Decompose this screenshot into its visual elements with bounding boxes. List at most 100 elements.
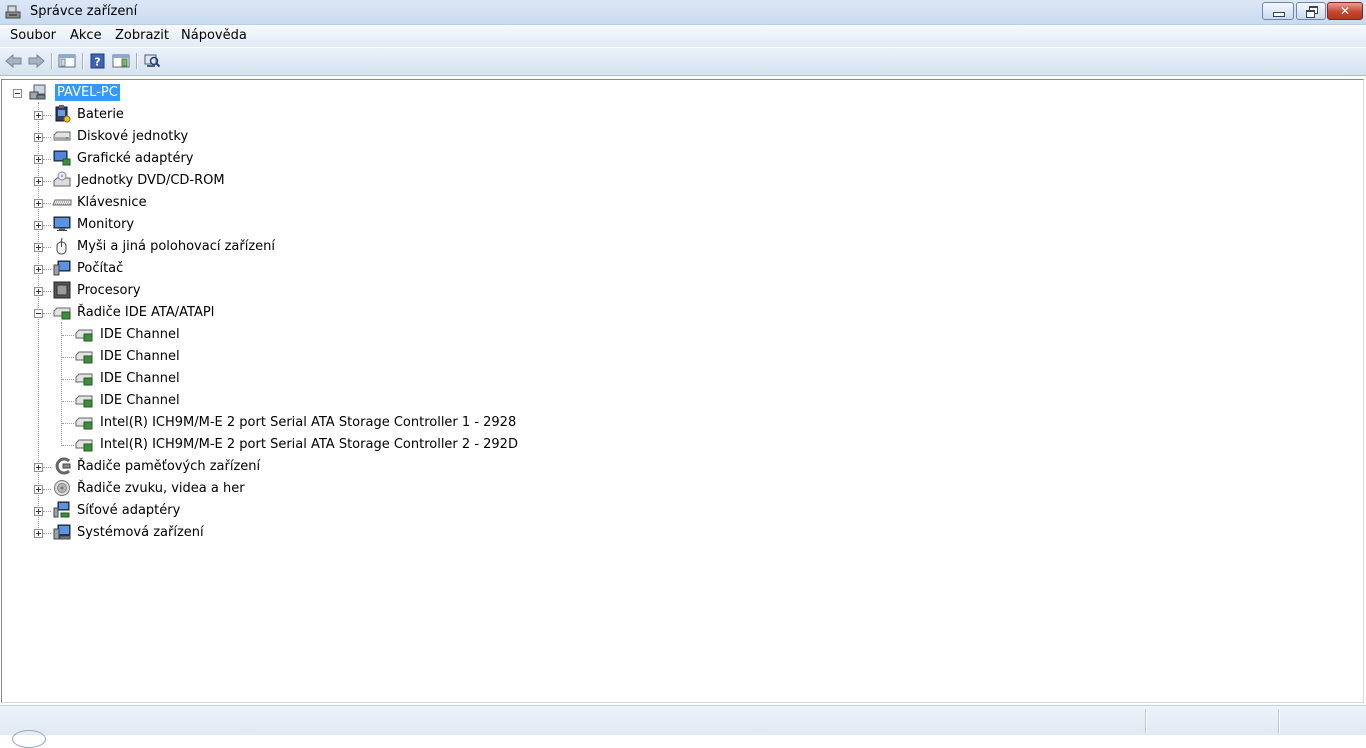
tree-line — [62, 335, 74, 336]
mouse-icon — [56, 237, 67, 255]
tree-item-sata-controller-1[interactable]: Intel(R) ICH9M/M-E 2 port Serial ATA Sto… — [2, 412, 802, 434]
speaker-icon — [54, 480, 70, 496]
tree-line — [43, 489, 51, 490]
toolbar-separator — [51, 53, 53, 69]
tree-item-keyboards[interactable]: Klávesnice — [2, 192, 602, 214]
tree-line — [62, 423, 74, 424]
expand-toggle[interactable] — [34, 221, 43, 230]
expand-toggle[interactable] — [34, 199, 43, 208]
collapse-toggle[interactable] — [13, 89, 22, 98]
restore-button[interactable] — [1296, 2, 1326, 20]
tree-item-ide-channel[interactable]: IDE Channel — [2, 390, 802, 412]
tree-line — [62, 401, 74, 402]
tree-line — [43, 115, 51, 116]
menu-soubor[interactable]: Soubor — [10, 28, 56, 43]
ide-channel-icon — [75, 329, 93, 342]
tree-line — [62, 357, 74, 358]
help-icon[interactable]: ? — [88, 52, 108, 70]
tree-line — [43, 511, 51, 512]
expand-toggle[interactable] — [34, 243, 43, 252]
tree-line — [62, 445, 74, 446]
tree-item-sound-video-game[interactable]: Řadiče zvuku, videa a her — [2, 478, 602, 500]
tree-item-ide-controllers[interactable]: Řadiče IDE ATA/ATAPI — [2, 302, 602, 324]
minimize-button[interactable] — [1262, 2, 1294, 20]
tree-line — [43, 203, 51, 204]
expand-toggle[interactable] — [34, 287, 43, 296]
expand-toggle[interactable] — [34, 177, 43, 186]
expand-toggle[interactable] — [34, 529, 43, 538]
toolbar-separator — [82, 53, 84, 69]
pc-icon — [53, 260, 71, 276]
tree-item-ide-channel[interactable]: IDE Channel — [2, 324, 802, 346]
menu-akce[interactable]: Akce — [70, 28, 102, 43]
tree-item-dvd-cdrom[interactable]: Jednotky DVD/CD-ROM — [2, 170, 602, 192]
tree-item-ide-channel[interactable]: IDE Channel — [2, 368, 802, 390]
device-tree[interactable]: PAVEL-PC Baterie Diskové jednotky Grafic… — [1, 79, 1364, 703]
processor-icon — [53, 281, 71, 299]
keyboard-icon — [52, 199, 72, 206]
network-adapter-icon — [53, 501, 70, 518]
dvd-drive-icon — [53, 171, 71, 187]
tree-item-storage-controllers[interactable]: Řadiče paměťových zařízení — [2, 456, 602, 478]
expand-toggle[interactable] — [34, 155, 43, 164]
tree-line — [43, 533, 51, 534]
tree-item-baterie[interactable]: Baterie — [2, 104, 602, 126]
expand-toggle[interactable] — [34, 485, 43, 494]
tree-line — [43, 269, 51, 270]
tree-root-computer[interactable]: PAVEL-PC — [2, 82, 402, 104]
tree-line — [43, 159, 51, 160]
scan-hardware-icon[interactable] — [142, 52, 162, 70]
status-orb — [12, 730, 46, 748]
toolbar-separator — [136, 53, 138, 69]
expand-toggle[interactable] — [34, 133, 43, 142]
tree-item-disk-drives[interactable]: Diskové jednotky — [2, 126, 602, 148]
forward-arrow-icon[interactable] — [26, 52, 46, 70]
menu-bar: Soubor Akce Zobrazit Nápověda — [0, 25, 1366, 47]
svg-text:?: ? — [94, 56, 100, 69]
expand-toggle[interactable] — [34, 507, 43, 516]
tree-line — [43, 181, 51, 182]
tree-item-monitors[interactable]: Monitory — [2, 214, 602, 236]
close-button[interactable]: ✕ — [1327, 2, 1363, 20]
disk-drive-icon — [53, 131, 71, 141]
title-bar[interactable]: Správce zařízení ✕ — [0, 0, 1366, 25]
expand-toggle[interactable] — [34, 265, 43, 274]
ide-channel-icon — [75, 373, 93, 386]
close-icon: ✕ — [1339, 4, 1351, 18]
computer-icon — [29, 84, 46, 100]
collapse-toggle[interactable] — [34, 309, 43, 318]
tree-line — [43, 247, 51, 248]
tree-item-mice[interactable]: Myši a jiná polohovací zařízení — [2, 236, 602, 258]
expand-toggle[interactable] — [34, 463, 43, 472]
storage-controller-icon — [55, 457, 71, 475]
ide-controller-icon — [53, 307, 71, 320]
tree-line — [62, 379, 74, 380]
tree-line — [43, 137, 51, 138]
tree-item-processors[interactable]: Procesory — [2, 280, 602, 302]
window-title: Správce zařízení — [30, 4, 138, 19]
back-arrow-icon[interactable] — [4, 52, 24, 70]
tree-item-network-adapters[interactable]: Síťové adaptéry — [2, 500, 602, 522]
tree-item-display-adapters[interactable]: Grafické adaptéry — [2, 148, 602, 170]
tree-item-computer[interactable]: Počítač — [2, 258, 602, 280]
sata-controller-icon — [75, 439, 93, 452]
sata-controller-icon — [75, 417, 93, 430]
tree-line — [43, 313, 51, 314]
tree-item-ide-channel[interactable]: IDE Channel — [2, 346, 802, 368]
tree-line — [43, 291, 51, 292]
show-hide-console-tree-icon[interactable] — [57, 52, 77, 70]
tree-root-label: PAVEL-PC — [55, 84, 120, 101]
tree-item-system-devices[interactable]: Systémová zařízení — [2, 522, 602, 544]
expand-toggle[interactable] — [34, 111, 43, 120]
monitor-icon — [53, 216, 71, 231]
status-separator — [1145, 709, 1147, 733]
menu-napoveda[interactable]: Nápověda — [181, 28, 247, 43]
status-bar — [0, 705, 1366, 748]
tree-line — [43, 225, 51, 226]
ide-channel-icon — [75, 395, 93, 408]
display-adapter-icon — [53, 150, 71, 166]
menu-zobrazit[interactable]: Zobrazit — [115, 28, 169, 43]
device-manager-icon — [5, 5, 21, 19]
tree-item-sata-controller-2[interactable]: Intel(R) ICH9M/M-E 2 port Serial ATA Sto… — [2, 434, 802, 456]
properties-icon[interactable] — [111, 52, 131, 70]
